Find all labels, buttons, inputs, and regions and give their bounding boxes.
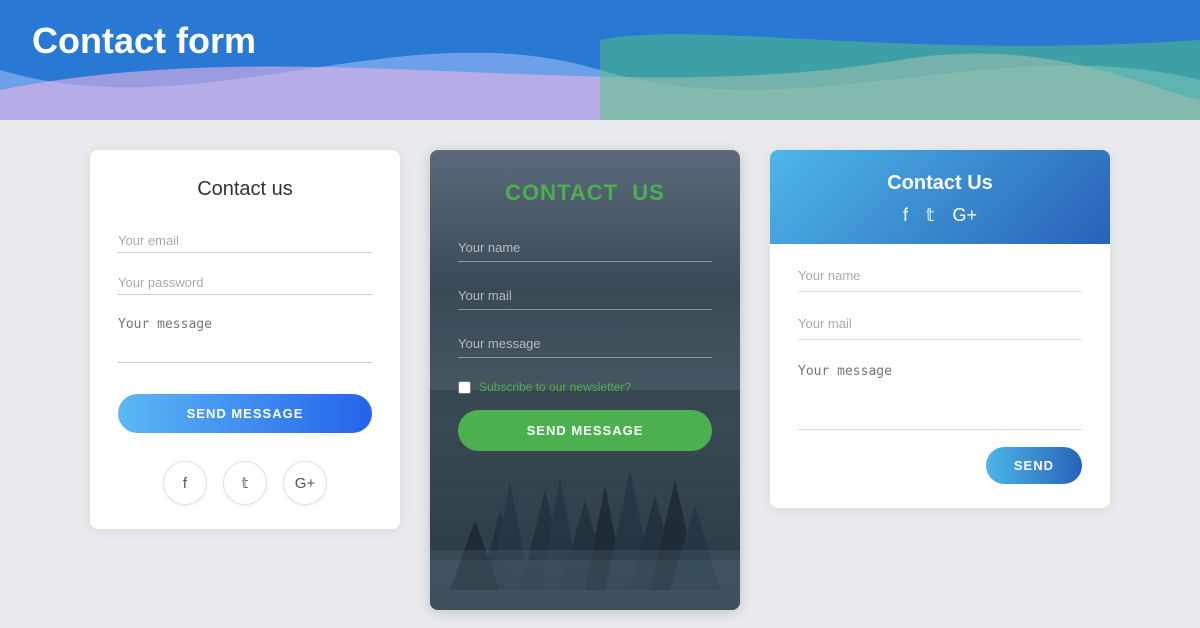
social-icons: f 𝕥 G+ [118, 461, 372, 505]
googleplus-icon: G+ [295, 475, 315, 492]
card3-send-button[interactable]: SEND [986, 447, 1082, 484]
message-group [118, 313, 372, 368]
card2-name-field[interactable] [458, 236, 712, 262]
card3-mail-field[interactable] [798, 312, 1082, 340]
password-group [118, 271, 372, 295]
card2-title: CONTACT US [458, 180, 712, 206]
card3-social-icons: f 𝕥 G+ [798, 205, 1082, 226]
card3-name-field[interactable] [798, 264, 1082, 292]
card2-send-button[interactable]: SEND MESSAGE [458, 410, 712, 451]
subscribe-label: Subscribe to our newsletter? [479, 380, 631, 394]
card2-title-green: US [632, 180, 665, 205]
card3-button-row: SEND [798, 447, 1082, 484]
subscribe-checkbox[interactable] [458, 381, 471, 394]
card3-header: Contact Us f 𝕥 G+ [770, 150, 1110, 244]
twitter-button[interactable]: 𝕥 [223, 461, 267, 505]
card3-twitter-icon[interactable]: 𝕥 [926, 205, 934, 226]
card3-body: SEND [770, 244, 1110, 508]
card3-message-field[interactable] [798, 360, 1082, 430]
card-dark: CONTACT US Subscribe to our newsletter? … [430, 150, 740, 610]
twitter-icon: 𝕥 [242, 474, 249, 492]
card3-title: Contact Us [798, 172, 1082, 195]
main-content: Contact us SEND MESSAGE f 𝕥 G+ [0, 130, 1200, 628]
message-field[interactable] [118, 313, 372, 363]
card-simple: Contact us SEND MESSAGE f 𝕥 G+ [90, 150, 400, 529]
send-message-button[interactable]: SEND MESSAGE [118, 394, 372, 433]
subscribe-row: Subscribe to our newsletter? [458, 380, 712, 394]
googleplus-button[interactable]: G+ [283, 461, 327, 505]
card-blue-header: Contact Us f 𝕥 G+ SEND [770, 150, 1110, 508]
card2-title-white: CONTACT [505, 180, 618, 205]
card3-facebook-icon[interactable]: f [903, 205, 908, 226]
card1-title: Contact us [118, 178, 372, 201]
facebook-icon: f [183, 475, 187, 492]
email-group [118, 229, 372, 253]
page-title: Contact form [32, 20, 256, 62]
email-field[interactable] [118, 229, 372, 253]
password-field[interactable] [118, 271, 372, 295]
facebook-button[interactable]: f [163, 461, 207, 505]
card2-message-field[interactable] [458, 332, 712, 358]
header: Contact form [0, 0, 1200, 120]
card2-mail-field[interactable] [458, 284, 712, 310]
card3-googleplus-icon[interactable]: G+ [952, 205, 977, 226]
card2-content: CONTACT US Subscribe to our newsletter? … [430, 150, 740, 475]
